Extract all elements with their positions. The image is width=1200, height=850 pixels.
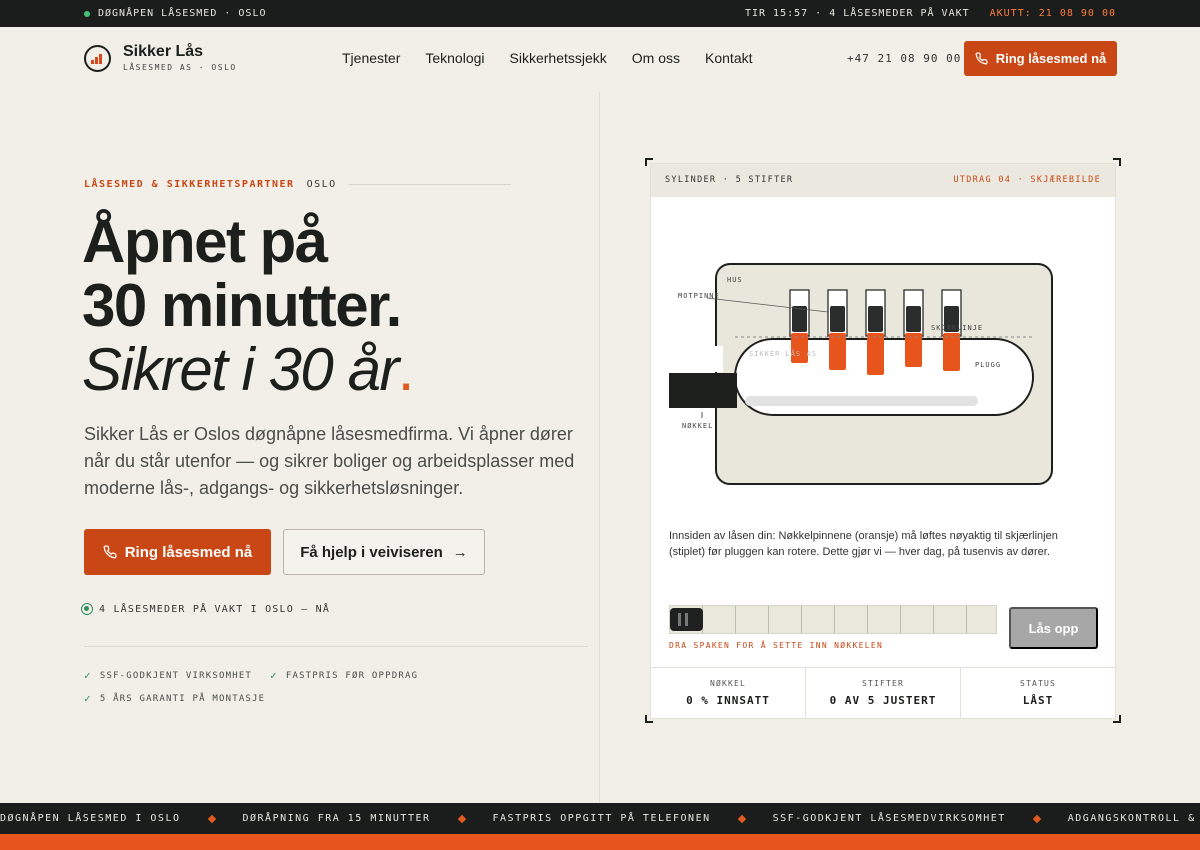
online-dot-icon bbox=[84, 10, 90, 17]
stat-value: 0 % INNSATT bbox=[686, 694, 770, 707]
lock-stats: NØKKEL 0 % INNSATT STIFTER 0 AV 5 JUSTER… bbox=[651, 667, 1115, 719]
wizard-help-label: Få hjelp i veiviseren bbox=[300, 543, 443, 561]
stat-label: NØKKEL bbox=[709, 679, 747, 688]
on-duty-text: 4 LÅSESMEDER PÅ VAKT I OSLO — NÅ bbox=[99, 603, 331, 615]
column-divider bbox=[599, 92, 600, 803]
stat-status: STATUS LÅST bbox=[961, 668, 1115, 719]
ticker-item: FASTPRIS OPPGITT PÅ TELEFONEN bbox=[492, 813, 711, 824]
diamond-icon bbox=[1032, 814, 1042, 823]
feature-label: SSF-GODKJENT VIRKSOMHET bbox=[99, 670, 253, 681]
label-nokkel: NØKKEL bbox=[682, 422, 713, 430]
hero-call-label: Ring låsesmed nå bbox=[124, 543, 253, 561]
nav-item-kontakt[interactable]: Kontakt bbox=[705, 50, 752, 66]
ticker-item: DØRÅPNING FRA 15 MINUTTER bbox=[242, 813, 431, 824]
label-motpinne: MOTPINNE bbox=[678, 292, 720, 300]
hero-headline: Åpnet på 30 minutter. Sikret i 30 år. bbox=[82, 208, 415, 403]
key-notch bbox=[699, 346, 723, 372]
diamond-icon bbox=[207, 814, 216, 823]
lock-cylinder-diagram: HUS MOTPINNE SKJÆRLINJE SIKKER LÅS AS PL… bbox=[669, 263, 1053, 485]
brand-name: Sikker Lås bbox=[123, 43, 204, 60]
key-insert-slider[interactable] bbox=[669, 605, 997, 634]
card-header-right: UTDRAG 04 · SKJÆREBILDE bbox=[953, 175, 1101, 185]
stat-label: STATUS bbox=[1019, 679, 1057, 688]
main-menu: Tjenester Teknologi Sikkerhetssjekk Om o… bbox=[342, 50, 753, 66]
slider-handle[interactable] bbox=[670, 608, 703, 631]
nav-item-tjenester[interactable]: Tjenester bbox=[342, 50, 400, 66]
feature-item: ✓ SSF-GODKJENT VIRKSOMHET bbox=[84, 669, 252, 682]
check-icon: ✓ bbox=[84, 692, 92, 705]
ticker-item: ADGANGSKONTROLL & SMARTE LÅS bbox=[1067, 813, 1200, 824]
wizard-help-button[interactable]: Få hjelp i veiviseren → bbox=[283, 529, 485, 575]
stat-label: STIFTER bbox=[861, 679, 905, 688]
arrow-right-icon: → bbox=[452, 543, 468, 561]
online-indicator-icon bbox=[81, 603, 93, 615]
unlock-button[interactable]: Lås opp bbox=[1009, 607, 1098, 649]
stat-key: NØKKEL 0 % INNSATT bbox=[651, 668, 806, 719]
hero-lede: Sikker Lås er Oslos døgnåpne låsesmedfir… bbox=[84, 424, 575, 498]
pin-stack bbox=[827, 289, 848, 370]
headline-line-3-text: Sikret i 30 år bbox=[82, 336, 399, 403]
nav-item-om-oss[interactable]: Om oss bbox=[632, 50, 680, 66]
ticker-item: DØGNÅPEN LÅSESMED I OSLO bbox=[0, 813, 181, 824]
time-status: TIR 15:57 · 4 LÅSESMEDER PÅ VAKT bbox=[744, 8, 970, 19]
lock-demo-card: SYLINDER · 5 STIFTER UTDRAG 04 · SKJÆREB… bbox=[650, 163, 1116, 719]
label-hus: HUS bbox=[727, 276, 743, 284]
stat-pins: STIFTER 0 AV 5 JUSTERT bbox=[806, 668, 961, 719]
headline-line-2: 30 minutter. bbox=[82, 272, 402, 339]
hero-divider bbox=[84, 646, 588, 647]
feature-label: 5 ÅRS GARANTI PÅ MONTASJE bbox=[99, 693, 266, 704]
key-head bbox=[669, 373, 737, 408]
feature-item: ✓ 5 ÅRS GARANTI PÅ MONTASJE bbox=[84, 692, 265, 705]
main-header: Sikker Lås LÅSESMED AS · OSLO Tjenester … bbox=[0, 27, 1200, 91]
card-header: SYLINDER · 5 STIFTER UTDRAG 04 · SKJÆREB… bbox=[651, 164, 1115, 197]
nav-item-sikkerhetssjekk[interactable]: Sikkerhetssjekk bbox=[510, 50, 607, 66]
nav-call-button[interactable]: Ring låsesmed nå bbox=[964, 41, 1117, 76]
pin-stack bbox=[865, 289, 886, 375]
logo-icon bbox=[84, 45, 111, 72]
top-bar: DØGNÅPEN LÅSESMED · OSLO TIR 15:57 · 4 L… bbox=[0, 0, 1200, 27]
ticker-item: SSF-GODKJENT LÅSESMEDVIRKSOMHET bbox=[772, 813, 1006, 824]
phone-icon bbox=[975, 52, 988, 65]
feature-item: ✓ FASTPRIS FØR OPPDRAG bbox=[270, 669, 418, 682]
label-plugg: PLUGG bbox=[975, 361, 1001, 369]
headline-line-3: Sikret i 30 år. bbox=[82, 336, 415, 403]
headline-period: . bbox=[397, 336, 415, 403]
nav-call-label: Ring låsesmed nå bbox=[995, 51, 1107, 66]
keyway bbox=[745, 396, 978, 406]
card-header-left: SYLINDER · 5 STIFTER bbox=[665, 175, 794, 185]
bottom-accent-strip bbox=[0, 834, 1200, 850]
hero-eyebrow: LÅSESMED & SIKKERHETSPARTNER OSLO bbox=[84, 179, 511, 190]
eyebrow-rule bbox=[348, 184, 511, 185]
hero-call-button[interactable]: Ring låsesmed nå bbox=[84, 529, 271, 575]
diamond-icon bbox=[737, 814, 746, 823]
slider-hint: DRA SPAKEN FOR Å SETTE INN NØKKELEN bbox=[669, 641, 884, 650]
eyebrow-city: OSLO bbox=[306, 179, 337, 190]
pin-stack bbox=[903, 289, 924, 367]
brand-subtitle: LÅSESMED AS · OSLO bbox=[123, 63, 237, 72]
feature-label: FASTPRIS FØR OPPDRAG bbox=[285, 670, 419, 681]
eyebrow-accent: LÅSESMED & SIKKERHETSPARTNER bbox=[84, 179, 295, 190]
open-status: DØGNÅPEN LÅSESMED · OSLO bbox=[84, 8, 267, 19]
check-icon: ✓ bbox=[270, 669, 278, 682]
on-duty-status: 4 LÅSESMEDER PÅ VAKT I OSLO — NÅ bbox=[81, 603, 330, 615]
phone-icon bbox=[103, 545, 117, 559]
label-skjaerlinje: SKJÆRLINJE bbox=[931, 324, 983, 332]
diamond-icon bbox=[457, 814, 466, 823]
label-plug-engraving: SIKKER LÅS AS bbox=[749, 349, 817, 358]
headline-line-1: Åpnet på bbox=[82, 208, 328, 275]
marquee-ticker: DØGNÅPEN LÅSESMED I OSLO DØRÅPNING FRA 1… bbox=[0, 803, 1200, 834]
stat-value: 0 AV 5 JUSTERT bbox=[829, 694, 937, 707]
check-icon: ✓ bbox=[84, 669, 92, 682]
emergency-phone-link[interactable]: AKUTT: 21 08 90 00 bbox=[990, 8, 1116, 19]
nav-phone-link[interactable]: +47 21 08 90 00 bbox=[847, 52, 961, 65]
stat-value: LÅST bbox=[1022, 694, 1054, 707]
nav-item-teknologi[interactable]: Teknologi bbox=[425, 50, 484, 66]
card-description: Innsiden av låsen din: Nøkkelpinnene (or… bbox=[669, 530, 1058, 558]
open-status-text: DØGNÅPEN LÅSESMED · OSLO bbox=[98, 8, 267, 19]
